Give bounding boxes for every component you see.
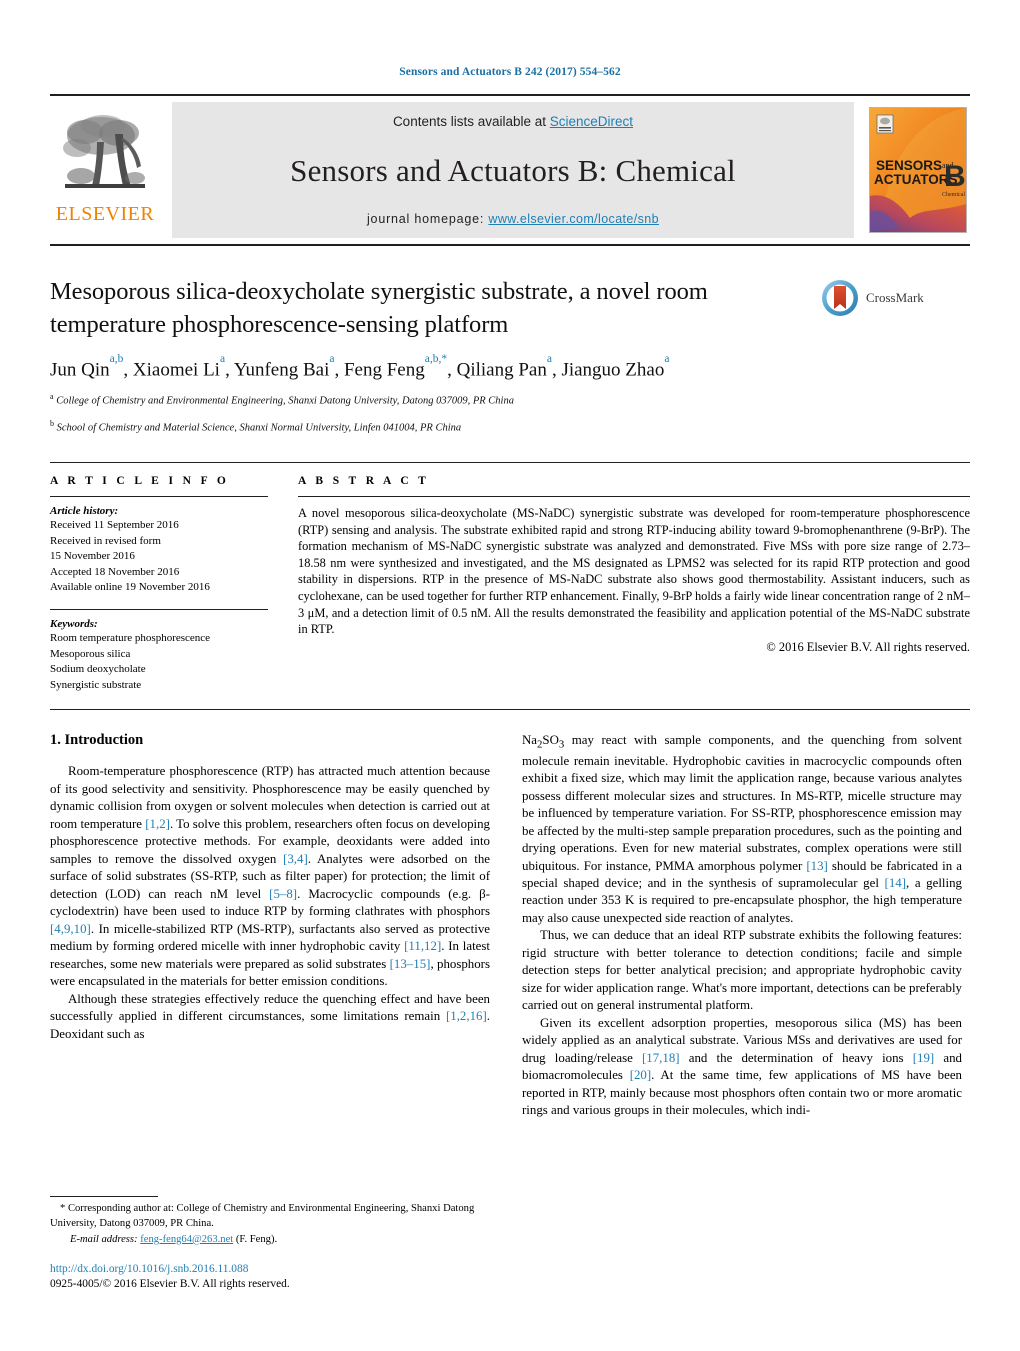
keyword-item: Sodium deoxycholate [50, 663, 146, 676]
doi-link[interactable]: http://dx.doi.org/10.1016/j.snb.2016.11.… [50, 1262, 490, 1277]
contents-list-line: Contents lists available at ScienceDirec… [393, 114, 633, 129]
journal-title: Sensors and Actuators B: Chemical [290, 152, 736, 188]
email-link[interactable]: feng-feng64@263.net [140, 1234, 233, 1245]
abstract-text: A novel mesoporous silica-deoxycholate (… [298, 505, 970, 637]
corresponding-author-note: * Corresponding author at: College of Ch… [50, 1203, 475, 1230]
footnote-rule [50, 1196, 158, 1198]
journal-masthead: ELSEVIER Contents lists available at Sci… [50, 94, 970, 246]
email-note: E-mail address: feng-feng64@263.net (F. … [50, 1233, 490, 1248]
journal-cover-thumbnail: SENSORS and ACTUATORS B Chemical [866, 102, 970, 238]
abstract-heading: A B S T R A C T [298, 474, 430, 487]
title-block: Mesoporous silica-deoxycholate synergist… [50, 276, 970, 436]
keyword-item: Room temperature phosphorescence [50, 632, 211, 645]
issn-copyright: 0925-4005/© 2016 Elsevier B.V. All right… [50, 1278, 290, 1291]
footnote-block: * Corresponding author at: College of Ch… [50, 1196, 490, 1292]
page-title: Mesoporous silica-deoxycholate synergist… [50, 278, 708, 338]
affiliation-2: b School of Chemistry and Material Scien… [50, 418, 462, 434]
svg-text:SENSORS: SENSORS [876, 158, 942, 173]
journal-homepage-line: journal homepage: www.elsevier.com/locat… [367, 212, 659, 226]
crossmark-label: CrossMark [866, 290, 924, 305]
homepage-prefix: journal homepage: [366, 212, 489, 226]
email-suffix: (F. Feng). [235, 1233, 278, 1245]
author-list: Jun Qina,b, Xiaomei Lia, Yunfeng Baia, F… [50, 352, 670, 381]
section-heading-introduction: 1. Introduction [50, 732, 144, 749]
keyword-item: Mesoporous silica [50, 647, 131, 660]
keywords-rule [50, 609, 268, 611]
paragraph: Thus, we can deduce that an ideal RTP su… [522, 928, 962, 1013]
svg-text:Chemical: Chemical [942, 192, 965, 198]
article-info-heading: A R T I C L E I N F O [50, 474, 230, 487]
sciencedirect-link[interactable]: ScienceDirect [550, 114, 633, 129]
elsevier-wordmark: ELSEVIER [55, 203, 155, 225]
keywords-label: Keywords: [50, 618, 98, 631]
paragraph: Although these strategies effectively re… [50, 991, 490, 1041]
paragraph: Room-temperature phosphorescence (RTP) h… [50, 764, 490, 989]
paragraph: Given its excellent adsorption propertie… [522, 1015, 962, 1118]
journal-homepage-link[interactable]: www.elsevier.com/locate/snb [488, 212, 659, 226]
left-column: 1. Introduction Room-temperature phospho… [50, 732, 490, 1292]
abstract-rule [298, 495, 970, 497]
email-label: E-mail address: [70, 1233, 138, 1245]
article-page: Sensors and Actuators B 242 (2017) 554–5… [0, 0, 1020, 1351]
cover-artwork-icon: SENSORS and ACTUATORS B Chemical [870, 108, 966, 232]
history-line: Available online 19 November 2016 [50, 581, 210, 594]
history-line: 15 November 2016 [50, 550, 135, 563]
crossmark-icon [822, 280, 858, 316]
body-columns: 1. Introduction Room-temperature phospho… [50, 732, 970, 1292]
history-line: Received in revised form [50, 534, 161, 547]
article-info-column: A R T I C L E I N F O Article history: R… [50, 475, 268, 693]
contents-prefix: Contents lists available at [392, 114, 550, 129]
affiliation-1: a College of Chemistry and Environmental… [50, 392, 514, 407]
right-column: Na2SO3 may react with sample components,… [522, 732, 962, 1292]
elsevier-tree-icon [63, 115, 145, 188]
article-history-label: Article history: [50, 504, 119, 517]
keywords-list: Room temperature phosphorescence Mesopor… [50, 631, 268, 693]
article-info-rule [50, 495, 268, 497]
elsevier-logo: ELSEVIER [50, 102, 160, 238]
abstract-copyright: © 2016 Elsevier B.V. All rights reserved… [766, 639, 970, 654]
history-line: Received 11 September 2016 [50, 518, 179, 531]
keyword-item: Synergistic substrate [50, 678, 142, 691]
paragraph: Na2SO3 may react with sample components,… [522, 733, 962, 925]
article-history-list: Received 11 September 2016 Received in r… [50, 518, 268, 596]
masthead-center-panel: Contents lists available at ScienceDirec… [172, 102, 854, 238]
crossmark-badge[interactable]: CrossMark [820, 278, 970, 318]
cover-image: SENSORS and ACTUATORS B Chemical [869, 107, 967, 233]
info-abstract-band: A R T I C L E I N F O Article history: R… [50, 461, 970, 711]
history-line: Accepted 18 November 2016 [50, 565, 180, 578]
running-head: Sensors and Actuators B 242 (2017) 554–5… [399, 66, 621, 78]
svg-text:B: B [944, 160, 966, 193]
abstract-column: A B S T R A C T A novel mesoporous silic… [298, 475, 970, 693]
